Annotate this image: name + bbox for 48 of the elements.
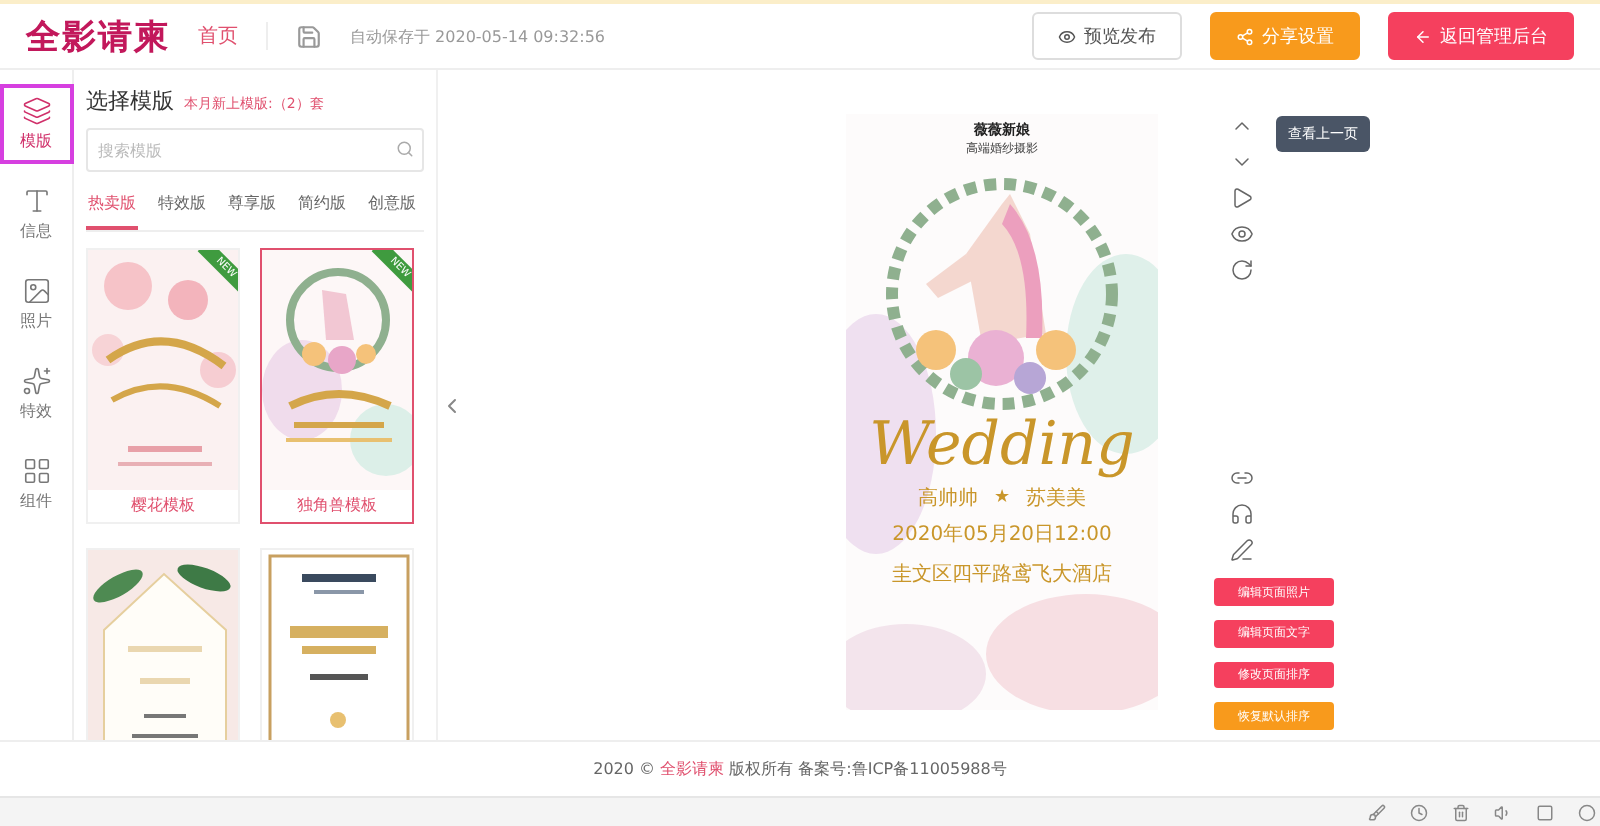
search-field[interactable]: 搜索模版 [86,128,424,172]
search-icon [396,140,414,158]
play-icon[interactable] [1230,186,1254,210]
home-link[interactable]: 首页 [198,22,268,50]
volume-icon[interactable] [1494,803,1512,821]
template-name: 独角兽模板 [295,494,379,518]
trash-icon[interactable] [1452,803,1470,821]
sparkle-icon [21,366,51,396]
headphones-icon[interactable] [1230,502,1254,527]
sidebar-item[interactable]: 信息 [0,174,73,254]
preview-button[interactable]: 预览发布 [1032,12,1182,60]
category-tab[interactable]: 特效版 [156,184,208,230]
brand-link[interactable]: 全影请柬 [660,760,725,778]
copyright-text: 2020 © 全影请柬 版权所有 备案号:鲁ICP备11005988号 [593,758,1007,780]
image-icon [21,276,51,306]
text-icon [21,186,51,216]
star-separator: ★ [993,488,1011,508]
autosave-status: 自动保存于 2020-05-14 09:32:56 [350,25,606,47]
circle-icon[interactable] [1578,803,1596,821]
square-icon[interactable] [1536,803,1554,821]
arrow-left-icon [1414,27,1432,45]
template-name: 樱花模板 [129,494,197,518]
panel-title: 选择模版 [86,86,174,116]
back-button[interactable]: 返回管理后台 [1388,12,1574,60]
save-icon [296,23,322,49]
brush-icon[interactable] [1368,803,1386,821]
pen-icon[interactable] [1230,538,1254,563]
invitation-title: Wedding [869,410,1135,480]
share-icon [1236,27,1254,45]
sidebar-item[interactable]: 模版 [0,84,73,164]
bride-name: 苏美美 [1026,485,1087,512]
clock-icon[interactable] [1410,803,1428,821]
category-tab[interactable]: 热卖版 [86,184,138,230]
event-venue: 圭文区四平路鸢飞大酒店 [892,561,1112,588]
groom-name: 高帅帅 [917,485,978,512]
category-tab[interactable]: 创意版 [366,184,418,230]
layers-icon [21,96,51,126]
refresh-icon[interactable] [1230,258,1254,282]
sidebar-item[interactable]: 特效 [0,354,73,434]
brand-logo[interactable]: 全影请柬 [26,13,170,59]
event-date: 2020年05月20日12:00 [892,522,1112,548]
eye-icon[interactable] [1230,222,1254,246]
grid-icon [21,456,51,486]
category-tab[interactable]: 简约版 [296,184,348,230]
sidebar-item[interactable]: 照片 [0,264,73,344]
category-tab[interactable]: 尊享版 [226,184,278,230]
sidebar-item[interactable]: 组件 [0,444,73,524]
eye-icon [1058,27,1076,45]
